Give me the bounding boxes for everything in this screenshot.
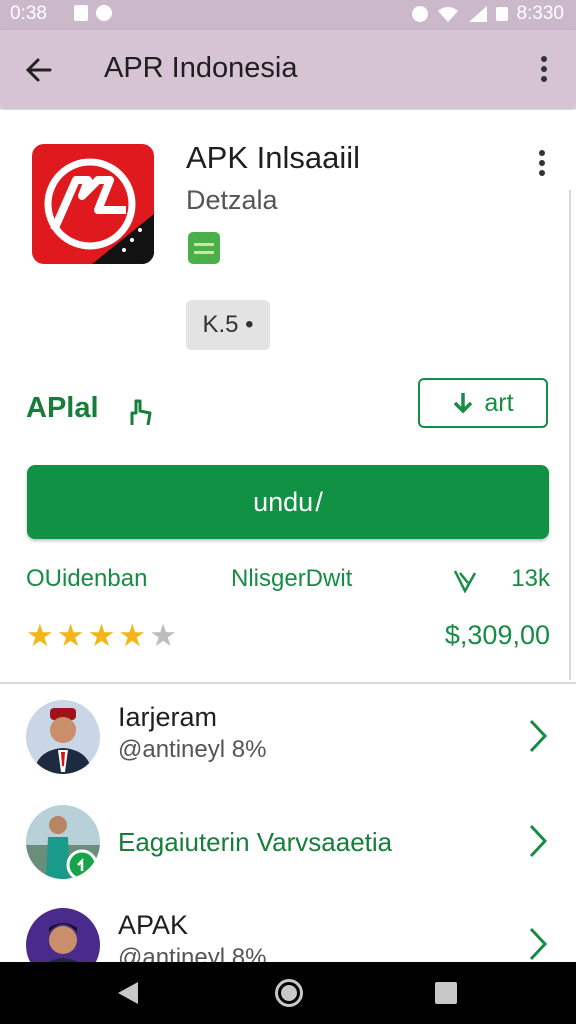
item-subtitle: @antineyl 8% (118, 736, 267, 763)
star-icon: ★ (118, 618, 147, 653)
meta-row: OUidenban NlisgerDwit 13k (26, 565, 550, 595)
wishlist-button[interactable]: art (418, 378, 548, 428)
messenger-icon (96, 5, 112, 21)
overflow-menu-button[interactable] (532, 50, 556, 90)
app-name: APK Inlsaaiil (186, 140, 361, 175)
divider (0, 682, 576, 684)
downloads-label: OUidenban (26, 565, 148, 592)
item-title: APAK (118, 910, 189, 940)
navigation-bar (0, 962, 576, 1024)
status-bar: 0:38 8:330 (0, 0, 576, 30)
nav-back-icon[interactable] (116, 980, 140, 1006)
size-icon (453, 570, 477, 593)
alarm-icon (412, 6, 429, 22)
star-rating: ★ ★ ★ ★ ★ (26, 618, 177, 654)
size-label: 13k (511, 565, 550, 592)
touch-icon (130, 399, 152, 426)
star-icon: ★ (87, 618, 116, 653)
publisher-label: NlisgerDwit (231, 565, 353, 592)
app-logo-icon (32, 144, 154, 264)
item-title: Iarjeram (118, 702, 218, 732)
list-item[interactable]: Iarjeram @antineyl 8% (0, 700, 576, 810)
category-link[interactable]: APlal (26, 392, 99, 425)
app-bar: APR Indonesia (0, 30, 576, 108)
scrollbar[interactable] (569, 190, 571, 680)
wishlist-label: art (484, 388, 514, 417)
status-right: 8:330 (412, 3, 564, 25)
list-item[interactable]: Eagaiuterin Varvsaaetia (0, 805, 576, 915)
more-vert-icon (541, 56, 547, 62)
avatar (26, 805, 100, 879)
back-button[interactable] (20, 50, 60, 90)
signal-icon (469, 6, 488, 22)
app-overflow-button[interactable] (530, 144, 554, 184)
notification-icon (74, 5, 88, 21)
item-title: Eagaiuterin Varvsaaetia (118, 827, 393, 857)
app-details: APK Inlsaaiil Detzala K.5 • APlal art un… (0, 110, 576, 982)
content-rating-icon (188, 232, 220, 264)
arrow-back-icon (25, 58, 52, 82)
more-vert-icon (539, 150, 545, 156)
price: $,309,00 (444, 620, 550, 650)
wifi-icon (438, 7, 459, 22)
nav-recents-icon[interactable] (435, 982, 457, 1004)
chevron-right-icon (529, 927, 548, 961)
star-icon: ★ (56, 618, 85, 653)
avatar (26, 700, 100, 774)
page-title: APR Indonesia (104, 52, 298, 84)
star-empty-icon: ★ (149, 618, 177, 653)
rating-chip: K.5 • (186, 300, 270, 350)
status-time: 0:38 (10, 3, 47, 24)
status-clock: 8:330 (516, 3, 564, 24)
star-icon: ★ (26, 618, 54, 653)
chevron-right-icon (529, 719, 548, 753)
chevron-right-icon (529, 824, 548, 858)
install-button[interactable]: undu / (27, 465, 549, 539)
download-arrow-icon (454, 393, 473, 414)
status-notification-icons (74, 5, 112, 21)
battery-icon (496, 7, 509, 21)
developer-name: Detzala (186, 185, 278, 215)
nav-home-icon[interactable] (275, 979, 303, 1007)
